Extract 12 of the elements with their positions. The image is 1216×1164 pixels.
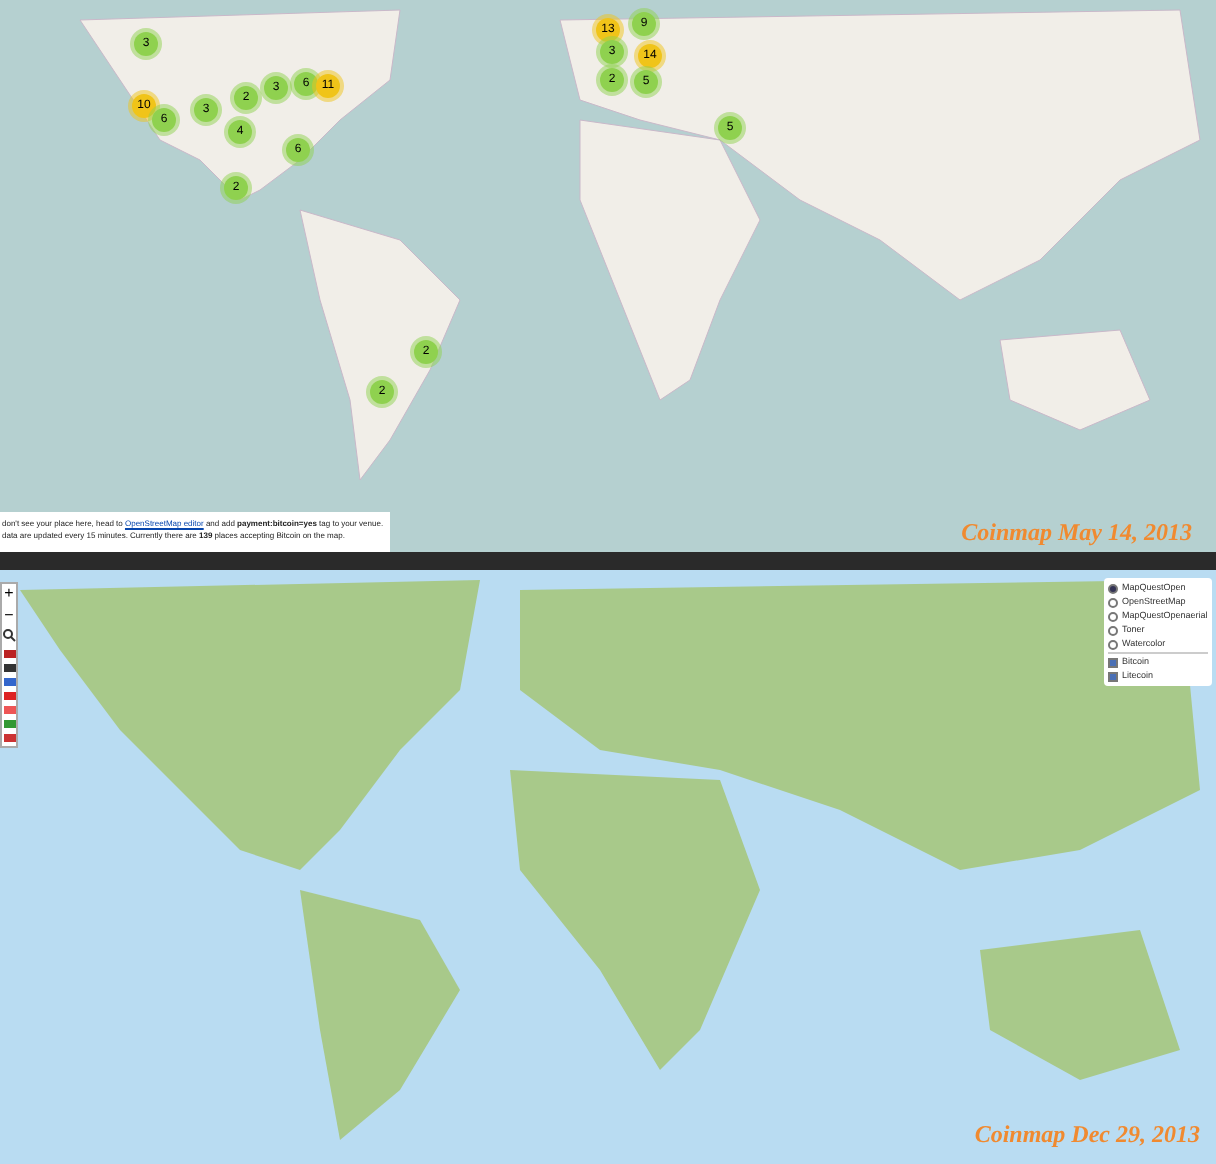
zoom-out-button[interactable]: − xyxy=(1,606,17,624)
caption: Coinmap Dec 29, 2013 xyxy=(974,1118,1200,1152)
checkbox[interactable] xyxy=(1108,671,1118,681)
radio-button[interactable] xyxy=(1108,597,1118,607)
radio-button[interactable] xyxy=(1108,625,1118,635)
radio-button[interactable] xyxy=(1108,639,1118,649)
checkbox[interactable] xyxy=(1108,657,1118,667)
radio-button[interactable] xyxy=(1108,611,1118,621)
caption: Coinmap May 14, 2013 xyxy=(961,516,1192,550)
zoom-in-button[interactable]: + xyxy=(1,584,17,602)
radio-button[interactable] xyxy=(1108,583,1118,593)
search-icon[interactable] xyxy=(2,628,16,642)
